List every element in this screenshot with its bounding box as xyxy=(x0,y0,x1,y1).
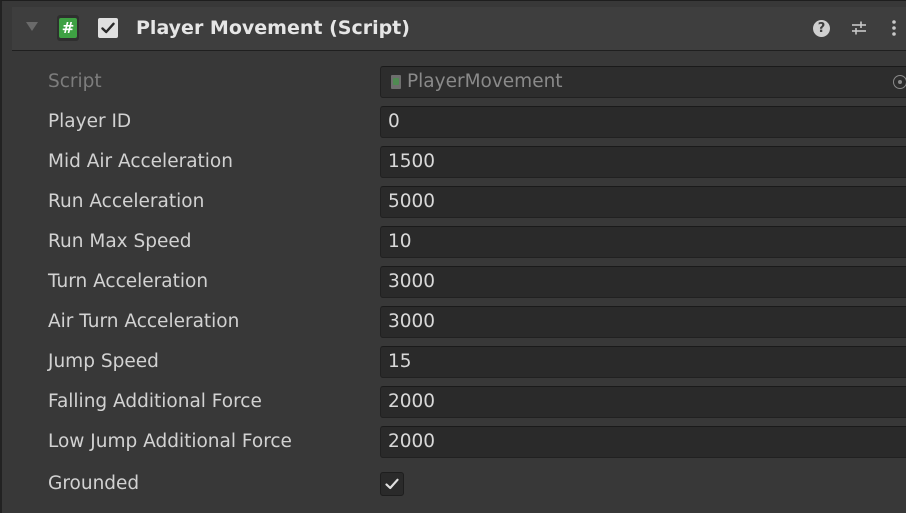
number-field[interactable]: 2000 xyxy=(380,386,906,418)
object-picker-icon[interactable] xyxy=(893,75,906,89)
number-field[interactable]: 1500 xyxy=(380,146,906,178)
component-enabled-checkbox[interactable] xyxy=(98,18,118,38)
script-object-field[interactable]: PlayerMovement xyxy=(380,66,906,98)
number-field[interactable]: 0 xyxy=(380,106,906,138)
property-row: Air Turn Acceleration 3000 xyxy=(12,302,906,342)
script-object-value: PlayerMovement xyxy=(407,71,563,92)
inspector-panel: # Player Movement (Script) ? Script Play… xyxy=(0,0,906,513)
property-row: Run Acceleration 5000 xyxy=(12,182,906,222)
field-value: 3000 xyxy=(388,271,436,292)
property-row: Run Max Speed 10 xyxy=(12,222,906,262)
kebab-menu-icon[interactable] xyxy=(890,19,898,37)
property-label: Jump Speed xyxy=(48,351,159,372)
number-field[interactable]: 3000 xyxy=(380,266,906,298)
field-value: 2000 xyxy=(388,431,436,452)
property-row: Falling Additional Force 2000 xyxy=(12,382,906,422)
property-label: Low Jump Additional Force xyxy=(48,431,292,452)
property-label: Falling Additional Force xyxy=(48,391,262,412)
field-value: 3000 xyxy=(388,311,436,332)
component-header[interactable]: # Player Movement (Script) ? xyxy=(12,7,906,51)
foldout-arrow-icon[interactable] xyxy=(26,22,38,31)
field-value: 0 xyxy=(388,111,400,132)
script-asset-icon xyxy=(391,75,401,89)
property-label: Run Max Speed xyxy=(48,231,192,252)
component-title: Player Movement (Script) xyxy=(136,17,410,39)
number-field[interactable]: 2000 xyxy=(380,426,906,458)
field-value: 15 xyxy=(388,351,412,372)
property-row-grounded: Grounded xyxy=(12,464,906,504)
property-row: Mid Air Acceleration 1500 xyxy=(12,142,906,182)
field-value: 10 xyxy=(388,231,412,252)
number-field[interactable]: 10 xyxy=(380,226,906,258)
property-row: Turn Acceleration 3000 xyxy=(12,262,906,302)
script-hash-glyph: # xyxy=(59,18,77,38)
property-row: Low Jump Additional Force 2000 xyxy=(12,422,906,462)
property-label: Mid Air Acceleration xyxy=(48,151,233,172)
field-value: 1500 xyxy=(388,151,436,172)
property-label: Air Turn Acceleration xyxy=(48,311,240,332)
number-field[interactable]: 15 xyxy=(380,346,906,378)
property-row: Player ID 0 xyxy=(12,102,906,142)
number-field[interactable]: 5000 xyxy=(380,186,906,218)
number-field[interactable]: 3000 xyxy=(380,306,906,338)
field-value: 2000 xyxy=(388,391,436,412)
property-label: Grounded xyxy=(48,473,140,494)
property-label: Run Acceleration xyxy=(48,191,205,212)
checkmark-icon xyxy=(101,22,115,34)
property-label: Player ID xyxy=(48,111,132,132)
property-row-script: Script PlayerMovement xyxy=(12,62,906,102)
property-row: Jump Speed 15 xyxy=(12,342,906,382)
preset-icon[interactable] xyxy=(850,19,868,37)
field-value: 5000 xyxy=(388,191,436,212)
script-icon: # xyxy=(57,15,79,41)
grounded-checkbox[interactable] xyxy=(380,472,404,496)
property-label: Script xyxy=(48,71,102,92)
help-icon[interactable]: ? xyxy=(813,20,830,37)
property-label: Turn Acceleration xyxy=(48,271,209,292)
checkmark-icon xyxy=(385,478,399,490)
